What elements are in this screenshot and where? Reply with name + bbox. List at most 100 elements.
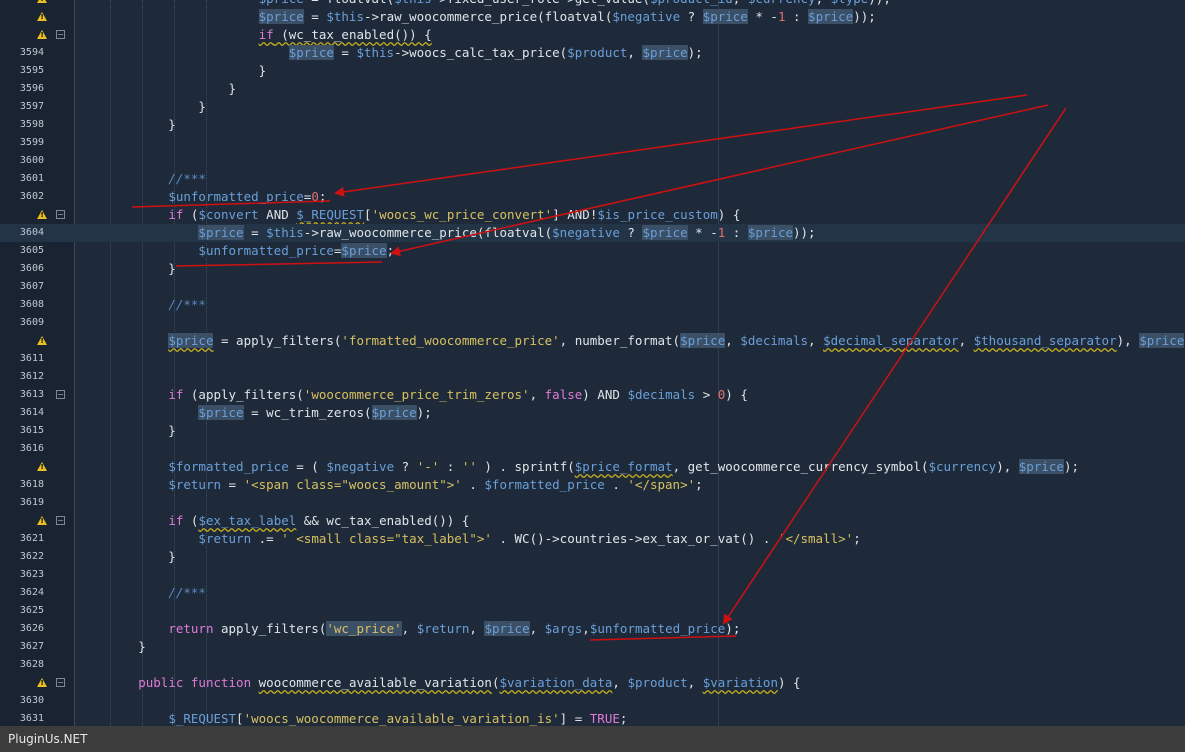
fold-toggle-icon[interactable]: − — [56, 516, 65, 525]
code-line[interactable]: 3623 — [0, 566, 1185, 584]
warning-icon[interactable] — [37, 210, 47, 219]
code-token: } — [78, 261, 176, 276]
code-line[interactable]: 3625 — [0, 602, 1185, 620]
code-text: return apply_filters('wc_price', $return… — [78, 620, 740, 638]
code-line[interactable]: 3597 } — [0, 98, 1185, 116]
code-line[interactable]: 3631 $_REQUEST['woocs_woocommerce_availa… — [0, 710, 1185, 726]
code-line[interactable]: 3598 } — [0, 116, 1185, 134]
code-line[interactable]: 3608 //*** — [0, 296, 1185, 314]
code-token: $currency — [928, 459, 997, 474]
code-line[interactable]: 3626 return apply_filters('wc_price', $r… — [0, 620, 1185, 638]
code-line[interactable]: − if (wc_tax_enabled()) { — [0, 26, 1185, 44]
code-token: $price — [259, 0, 304, 6]
code-text: } — [78, 422, 176, 440]
code-token: = ( — [288, 459, 327, 474]
code-text: $price = wc_trim_zeros($price); — [78, 404, 432, 422]
warning-icon[interactable] — [37, 462, 47, 471]
code-token: , — [687, 675, 703, 690]
code-line[interactable]: 3605 $unformatted_price=$price; — [0, 242, 1185, 260]
code-token: ->raw_woocommerce_price(floatval( — [303, 225, 553, 240]
code-line[interactable]: 3618 $return = '<span class="woocs_amoun… — [0, 476, 1185, 494]
code-line[interactable]: 3611 — [0, 350, 1185, 368]
code-line[interactable]: 3624 //*** — [0, 584, 1185, 602]
code-line[interactable]: 3614 $price = wc_trim_zeros($price); — [0, 404, 1185, 422]
code-line[interactable]: 3595 } — [0, 62, 1185, 80]
code-token: * - — [687, 225, 718, 240]
code-line[interactable]: 3616 — [0, 440, 1185, 458]
code-line[interactable]: $price = $this->raw_woocommerce_price(fl… — [0, 8, 1185, 26]
code-line[interactable]: 3600 — [0, 152, 1185, 170]
code-line[interactable]: 3615 } — [0, 422, 1185, 440]
warning-icon[interactable] — [37, 678, 47, 687]
code-token: ? — [394, 459, 417, 474]
code-token: , — [612, 675, 628, 690]
line-number: 3594 — [19, 47, 44, 58]
code-token: if — [168, 513, 184, 528]
code-token: ? — [680, 9, 703, 24]
code-line[interactable]: $formatted_price = ( $negative ? '-' : '… — [0, 458, 1185, 476]
code-token: } — [78, 81, 237, 96]
code-token: , — [582, 621, 590, 636]
fold-toggle-icon[interactable]: − — [56, 678, 65, 687]
code-token: && wc_tax_enabled()) { — [296, 513, 470, 528]
warning-icon[interactable] — [37, 30, 47, 39]
code-line[interactable]: 3628 — [0, 656, 1185, 674]
code-token: $decimals — [740, 333, 809, 348]
warning-icon[interactable] — [37, 0, 47, 3]
fold-toggle-icon[interactable]: − — [56, 390, 65, 399]
line-number: 3599 — [19, 137, 44, 148]
line-number: 3611 — [19, 353, 44, 364]
code-line[interactable]: 3604 $price = $this->raw_woocommerce_pri… — [0, 224, 1185, 242]
line-number: 3597 — [19, 101, 44, 112]
watermark-text: PluginUs.NET — [8, 732, 88, 746]
code-editor[interactable]: $price = floatval($this->fixed_user_role… — [0, 0, 1185, 726]
code-token: $variation — [702, 675, 778, 690]
warning-icon[interactable] — [37, 12, 47, 21]
code-line[interactable]: − if ($convert AND $_REQUEST['woocs_wc_p… — [0, 206, 1185, 224]
code-line[interactable]: 3596 } — [0, 80, 1185, 98]
code-token: ), — [996, 459, 1019, 474]
code-token: $this — [326, 9, 364, 24]
code-token: $price — [484, 621, 530, 636]
code-line[interactable]: 3602 $unformatted_price=0; — [0, 188, 1185, 206]
code-line[interactable]: 3619 — [0, 494, 1185, 512]
code-token: $price — [288, 45, 334, 60]
code-token: ->raw_woocommerce_price(floatval( — [364, 9, 613, 24]
code-line[interactable]: 3601 //*** — [0, 170, 1185, 188]
code-token: $this — [394, 0, 432, 6]
code-line[interactable]: 3621 $return .= ' <small class="tax_labe… — [0, 530, 1185, 548]
fold-toggle-icon[interactable]: − — [56, 30, 65, 39]
code-line[interactable]: 3622 } — [0, 548, 1185, 566]
code-line[interactable]: $price = apply_filters('formatted_woocom… — [0, 332, 1185, 350]
code-line[interactable]: 3627 } — [0, 638, 1185, 656]
code-line[interactable]: 3609 — [0, 314, 1185, 332]
code-line[interactable]: 3612 — [0, 368, 1185, 386]
code-text: } — [78, 638, 146, 656]
code-text: if (wc_tax_enabled()) { — [78, 26, 432, 44]
code-line[interactable]: − if ($ex_tax_label && wc_tax_enabled())… — [0, 512, 1185, 530]
code-line[interactable]: 3599 — [0, 134, 1185, 152]
code-line[interactable]: 3594 $price = $this->woocs_calc_tax_pric… — [0, 44, 1185, 62]
code-line[interactable]: 3613 − if (apply_filters('woocommerce_pri… — [0, 386, 1185, 404]
code-token: ), — [1116, 333, 1140, 348]
code-token: $currency — [748, 0, 816, 6]
code-token: $thousand_separator — [973, 333, 1117, 348]
code-line[interactable]: 3630 — [0, 692, 1185, 710]
code-line[interactable]: − public function woocommerce_available_… — [0, 674, 1185, 692]
code-text: $return .= ' <small class="tax_label">' … — [78, 530, 860, 548]
code-line[interactable]: $price = floatval($this->fixed_user_role… — [0, 0, 1185, 8]
code-token: $negative — [612, 9, 681, 24]
fold-toggle-icon[interactable]: − — [56, 210, 65, 219]
code-line[interactable]: 3607 — [0, 278, 1185, 296]
code-line[interactable]: 3606 } — [0, 260, 1185, 278]
warning-icon[interactable] — [37, 336, 47, 345]
warning-icon[interactable] — [37, 516, 47, 525]
code-text: //*** — [78, 170, 206, 188]
